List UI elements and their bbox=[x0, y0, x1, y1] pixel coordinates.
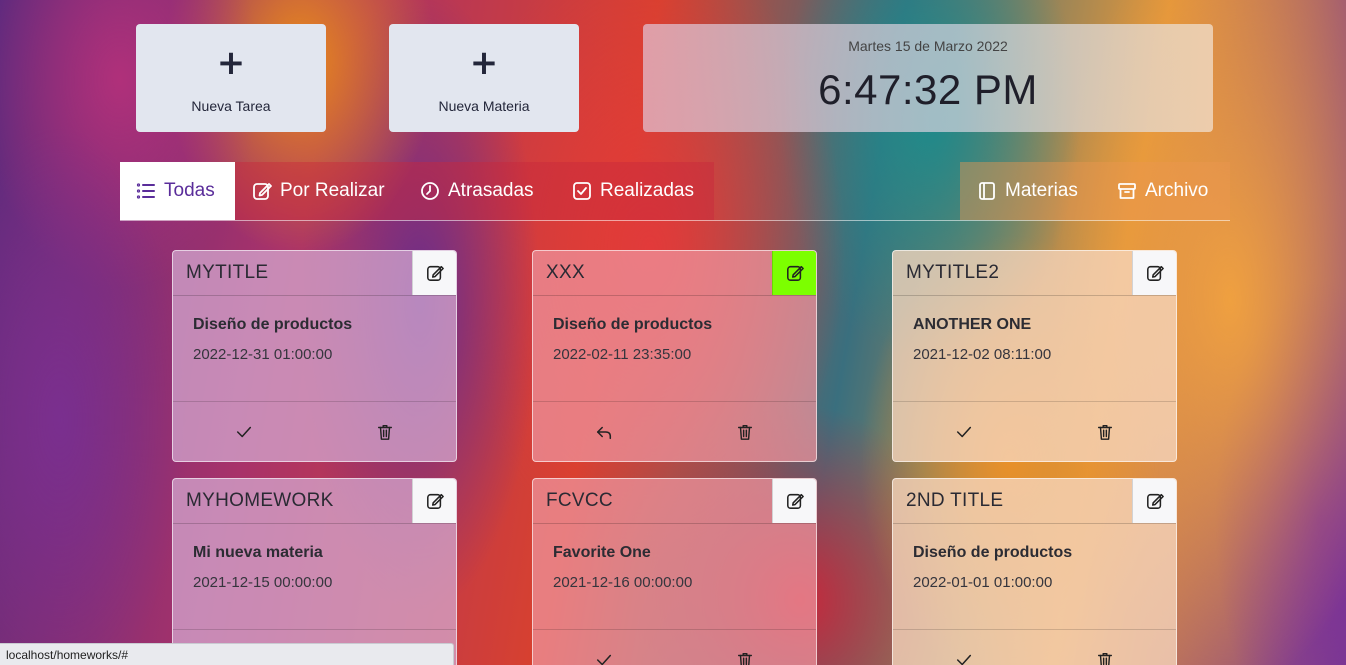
tab-label: Por Realizar bbox=[280, 180, 385, 201]
edit-button[interactable] bbox=[1132, 479, 1176, 523]
card-subject: Diseño de productos bbox=[193, 316, 353, 333]
edit-button[interactable] bbox=[772, 251, 816, 295]
complete-button[interactable] bbox=[893, 651, 1035, 665]
card-title: 2ND TITLE bbox=[906, 490, 1004, 511]
clock-panel: Martes 15 de Marzo 2022 6:47:32 PM bbox=[643, 24, 1213, 132]
clock-time: 6:47:32 PM bbox=[818, 66, 1038, 113]
tab-label: Materias bbox=[1005, 180, 1078, 201]
check-icon bbox=[236, 426, 251, 438]
trash-icon bbox=[378, 424, 393, 440]
edit-icon bbox=[1146, 493, 1164, 509]
card-title: MYTITLE bbox=[186, 262, 269, 283]
tab-materias[interactable]: Materias bbox=[961, 162, 1094, 220]
edit-icon bbox=[426, 493, 444, 509]
delete-button[interactable] bbox=[315, 423, 457, 441]
complete-button[interactable] bbox=[533, 651, 675, 665]
new-task-label: Nueva Tarea bbox=[191, 98, 271, 114]
check-icon bbox=[956, 426, 971, 438]
edit-icon bbox=[786, 493, 804, 509]
task-card: MYHOMEWORK Mi nueva materia 2021-12-15 0… bbox=[172, 478, 457, 665]
card-subject: Favorite One bbox=[553, 544, 651, 561]
clock-date: Martes 15 de Marzo 2022 bbox=[848, 38, 1008, 54]
card-title: MYHOMEWORK bbox=[186, 490, 334, 511]
tab-atrasadas[interactable]: Atrasadas bbox=[404, 162, 550, 220]
edit-button[interactable] bbox=[412, 251, 456, 295]
check-square-icon bbox=[573, 182, 591, 200]
trash-icon bbox=[738, 652, 753, 665]
trash-icon bbox=[738, 424, 753, 440]
delete-button[interactable] bbox=[1035, 651, 1177, 665]
card-date: 2021-12-16 00:00:00 bbox=[553, 574, 693, 591]
tab-label: Atrasadas bbox=[448, 180, 534, 201]
tab-label: Realizadas bbox=[600, 180, 694, 201]
new-subject-button[interactable]: + Nueva Materia bbox=[389, 24, 579, 132]
tab-todas[interactable]: Todas bbox=[120, 162, 235, 220]
archive-icon bbox=[1118, 183, 1136, 199]
undo-icon bbox=[596, 426, 611, 440]
book-icon bbox=[979, 182, 995, 200]
edit-button[interactable] bbox=[412, 479, 456, 523]
card-date: 2022-01-01 01:00:00 bbox=[913, 574, 1053, 591]
new-task-button[interactable]: + Nueva Tarea bbox=[136, 24, 326, 132]
edit-icon bbox=[426, 265, 444, 281]
check-icon bbox=[956, 654, 971, 665]
tab-archivo[interactable]: Archivo bbox=[1101, 162, 1224, 220]
task-card: FCVCC Favorite One 2021-12-16 00:00:00 bbox=[532, 478, 817, 665]
tab-realizadas[interactable]: Realizadas bbox=[556, 162, 710, 220]
edit-icon bbox=[786, 265, 804, 281]
card-title: FCVCC bbox=[546, 490, 613, 511]
card-date: 2021-12-15 00:00:00 bbox=[193, 574, 333, 591]
task-card: XXX Diseño de productos 2022-02-11 23:35… bbox=[532, 250, 817, 462]
edit-button[interactable] bbox=[1132, 251, 1176, 295]
list-icon bbox=[136, 183, 155, 199]
tab-label: Archivo bbox=[1145, 180, 1209, 201]
trash-icon bbox=[1098, 424, 1113, 440]
edit-icon bbox=[1146, 265, 1164, 281]
edit-button[interactable] bbox=[772, 479, 816, 523]
task-card: MYTITLE Diseño de productos 2022-12-31 0… bbox=[172, 250, 457, 462]
plus-icon: + bbox=[469, 43, 499, 83]
complete-button[interactable] bbox=[893, 423, 1035, 441]
tab-por-realizar[interactable]: Por Realizar bbox=[236, 162, 401, 220]
card-title: XXX bbox=[546, 262, 585, 283]
task-card: MYTITLE2 ANOTHER ONE 2021-12-02 08:11:00 bbox=[892, 250, 1177, 462]
edit-icon bbox=[253, 183, 272, 200]
complete-button[interactable] bbox=[173, 423, 315, 441]
card-subject: ANOTHER ONE bbox=[913, 316, 1032, 333]
card-title: MYTITLE2 bbox=[906, 262, 1000, 283]
card-subject: Diseño de productos bbox=[913, 544, 1073, 561]
delete-button[interactable] bbox=[675, 423, 817, 441]
undo-button[interactable] bbox=[533, 423, 675, 441]
tab-label: Todas bbox=[164, 180, 215, 201]
task-card: 2ND TITLE Diseño de productos 2022-01-01… bbox=[892, 478, 1177, 665]
card-date: 2021-12-02 08:11:00 bbox=[913, 346, 1052, 363]
plus-icon: + bbox=[216, 43, 246, 83]
trash-icon bbox=[1098, 652, 1113, 665]
filter-tabbar: Todas Por Realizar Atrasadas Realizadas … bbox=[120, 162, 1230, 221]
card-subject: Diseño de productos bbox=[553, 316, 713, 333]
delete-button[interactable] bbox=[675, 651, 817, 665]
status-bar-url: localhost/homeworks/# bbox=[0, 643, 454, 665]
check-icon bbox=[596, 654, 611, 665]
new-subject-label: Nueva Materia bbox=[438, 98, 530, 114]
card-date: 2022-02-11 23:35:00 bbox=[553, 346, 692, 363]
card-subject: Mi nueva materia bbox=[193, 544, 323, 561]
card-date: 2022-12-31 01:00:00 bbox=[193, 346, 333, 363]
delete-button[interactable] bbox=[1035, 423, 1177, 441]
clock-icon bbox=[421, 182, 439, 200]
